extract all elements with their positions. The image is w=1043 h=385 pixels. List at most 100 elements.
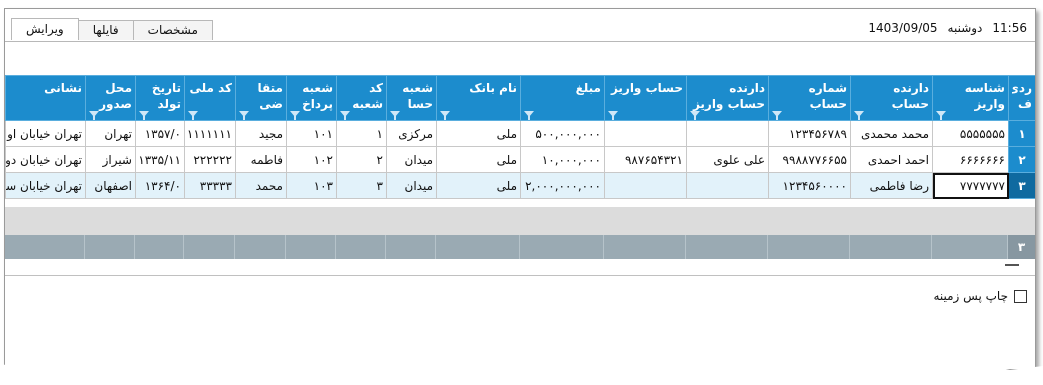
date-text: 1403/09/05 xyxy=(868,21,938,35)
column-header[interactable]: تاریخ تولد xyxy=(135,75,185,121)
table-cell[interactable]: ۱۰۳ xyxy=(286,172,337,199)
filter-icon[interactable] xyxy=(854,111,864,120)
table-row[interactable]: ۲ ۶۶۶۶۶۶۶ احمد احمدی ۹۹۸۸۷۷۶۶۵۵ علی علوی… xyxy=(5,146,1035,173)
filter-icon[interactable] xyxy=(690,111,700,120)
table-cell[interactable]: ۲۲۲۲۲۲ xyxy=(184,146,236,173)
table-cell[interactable]: ۱۳۳۵/۱۱ xyxy=(135,146,185,173)
filter-icon[interactable] xyxy=(239,111,249,120)
summary-cell xyxy=(849,235,931,259)
table-cell[interactable]: مجید xyxy=(235,120,287,147)
table-cell[interactable]: ۲ xyxy=(336,146,387,173)
column-header[interactable]: ردی ف xyxy=(1008,75,1035,121)
table-cell[interactable]: محمد محمدی xyxy=(850,120,933,147)
column-header[interactable]: مبلغ xyxy=(520,75,605,121)
tab-details[interactable]: مشخصات xyxy=(132,20,213,40)
column-header[interactable]: شعبه پرداخ xyxy=(286,75,337,121)
column-header[interactable]: شماره حساب xyxy=(768,75,851,121)
summary-cell xyxy=(84,235,134,259)
table-cell[interactable]: ۶۶۶۶۶۶۶ xyxy=(932,146,1009,173)
filter-icon[interactable] xyxy=(89,111,99,120)
summary-cell xyxy=(435,235,519,259)
filter-icon[interactable] xyxy=(772,111,782,120)
table-cell[interactable]: ۱ xyxy=(336,120,387,147)
table-cell[interactable]: ۱۰۱ xyxy=(286,120,337,147)
filter-icon[interactable] xyxy=(188,111,198,120)
table-cell[interactable]: تهران خیابان دوه xyxy=(5,146,86,173)
table-cell[interactable]: ۱۰۲ xyxy=(286,146,337,173)
filter-icon[interactable] xyxy=(936,111,946,120)
table-cell[interactable]: ملی xyxy=(436,120,521,147)
filter-icon[interactable] xyxy=(608,111,618,120)
column-header[interactable]: دارنده حساب واریز xyxy=(686,75,769,121)
row-number[interactable]: ۲ xyxy=(1008,146,1035,173)
column-header[interactable]: شعبه حسا xyxy=(386,75,437,121)
table-cell[interactable]: ملی xyxy=(436,146,521,173)
tab-files[interactable]: فایلها xyxy=(77,20,134,40)
table-cell-editing[interactable]: ۷۷۷۷۷۷۷ xyxy=(932,172,1009,199)
column-header[interactable]: دارنده حساب xyxy=(850,75,933,121)
summary-cell xyxy=(931,235,1007,259)
column-header[interactable]: شناسه واریز xyxy=(932,75,1009,121)
filter-icon[interactable] xyxy=(524,111,534,120)
filter-icon[interactable] xyxy=(390,111,400,120)
summary-cell xyxy=(603,235,685,259)
table-cell[interactable]: تهران xyxy=(85,120,136,147)
table-cell[interactable]: ۵۵۵۵۵۵۵ xyxy=(932,120,1009,147)
table-cell[interactable]: میدان xyxy=(386,172,437,199)
table-cell[interactable]: ۵۰۰,۰۰۰,۰۰۰ xyxy=(520,120,605,147)
column-header[interactable]: متقا ضی xyxy=(235,75,287,121)
table-cell[interactable] xyxy=(604,172,687,199)
summary-cell xyxy=(385,235,435,259)
table-cell[interactable]: ۱۳۵۷/۰ xyxy=(135,120,185,147)
column-header[interactable]: محل صدور xyxy=(85,75,136,121)
filter-icon[interactable] xyxy=(290,111,300,120)
table-cell[interactable] xyxy=(604,120,687,147)
data-grid[interactable]: ردی ف شناسه واریز دارنده حساب شماره حساب… xyxy=(5,75,1035,199)
table-cell[interactable] xyxy=(686,172,769,199)
column-header[interactable]: نام بانک xyxy=(436,75,521,121)
table-cell[interactable]: ۱۲۳۴۵۶۷۸۹ xyxy=(768,120,851,147)
table-cell[interactable]: رضا فاطمی xyxy=(850,172,933,199)
table-cell[interactable]: ۹۸۷۶۵۴۳۲۱ xyxy=(604,146,687,173)
column-header[interactable]: کد ملی xyxy=(184,75,236,121)
table-row[interactable]: ۱ ۵۵۵۵۵۵۵ محمد محمدی ۱۲۳۴۵۶۷۸۹ ۵۰۰,۰۰۰,۰… xyxy=(5,120,1035,147)
table-cell[interactable]: میدان xyxy=(386,146,437,173)
table-cell[interactable] xyxy=(686,120,769,147)
table-cell[interactable]: اصفهان xyxy=(85,172,136,199)
column-header[interactable]: حساب واریز xyxy=(604,75,687,121)
table-cell[interactable]: تهران خیابان اول xyxy=(5,120,86,147)
row-count: ۳ xyxy=(1007,235,1035,259)
summary-cell xyxy=(767,235,849,259)
table-cell[interactable]: فاطمه xyxy=(235,146,287,173)
row-number[interactable]: ۳ xyxy=(1008,172,1035,199)
row-number[interactable]: ۱ xyxy=(1008,120,1035,147)
column-header[interactable]: نشانی xyxy=(5,75,86,121)
table-cell[interactable]: ۹۹۸۸۷۷۶۶۵۵ xyxy=(768,146,851,173)
table-cell[interactable]: مرکزی xyxy=(386,120,437,147)
table-cell[interactable]: شیراز xyxy=(85,146,136,173)
table-cell[interactable]: ۱۱۱۱۱۱۱۱۱۱ xyxy=(184,120,236,147)
table-cell[interactable]: ۱۳۶۴/۰ xyxy=(135,172,185,199)
table-cell[interactable]: ۳۳۳۳۳ xyxy=(184,172,236,199)
table-cell[interactable]: تهران خیابان سو xyxy=(5,172,86,199)
table-cell[interactable]: ملی xyxy=(436,172,521,199)
filter-icon[interactable] xyxy=(139,111,149,120)
column-header[interactable]: کد شعبه xyxy=(336,75,387,121)
collapse-panel-button[interactable] xyxy=(1005,264,1019,266)
summary-cell xyxy=(335,235,385,259)
print-background-option[interactable]: چاپ پس زمینه xyxy=(933,289,1027,303)
print-background-checkbox[interactable] xyxy=(1014,289,1027,303)
table-cell[interactable]: ۱۲۳۴۵۶۰۰۰۰ xyxy=(768,172,851,199)
table-cell[interactable]: محمد xyxy=(235,172,287,199)
table-cell[interactable]: ۱۰,۰۰۰,۰۰۰ xyxy=(520,146,605,173)
table-cell[interactable]: علی علوی xyxy=(686,146,769,173)
filter-icon[interactable] xyxy=(440,111,450,120)
table-cell[interactable]: احمد احمدی xyxy=(850,146,933,173)
table-cell[interactable]: ۲,۰۰۰,۰۰۰,۰۰۰ xyxy=(520,172,605,199)
table-cell[interactable]: ۳ xyxy=(336,172,387,199)
tab-edit[interactable]: ویرایش xyxy=(11,18,79,40)
grid-empty-area xyxy=(5,207,1035,235)
torn-edge-bottom xyxy=(0,360,1043,385)
table-row-selected[interactable]: ۳ ۷۷۷۷۷۷۷ رضا فاطمی ۱۲۳۴۵۶۰۰۰۰ ۲,۰۰۰,۰۰۰… xyxy=(5,172,1035,199)
filter-icon[interactable] xyxy=(340,111,350,120)
